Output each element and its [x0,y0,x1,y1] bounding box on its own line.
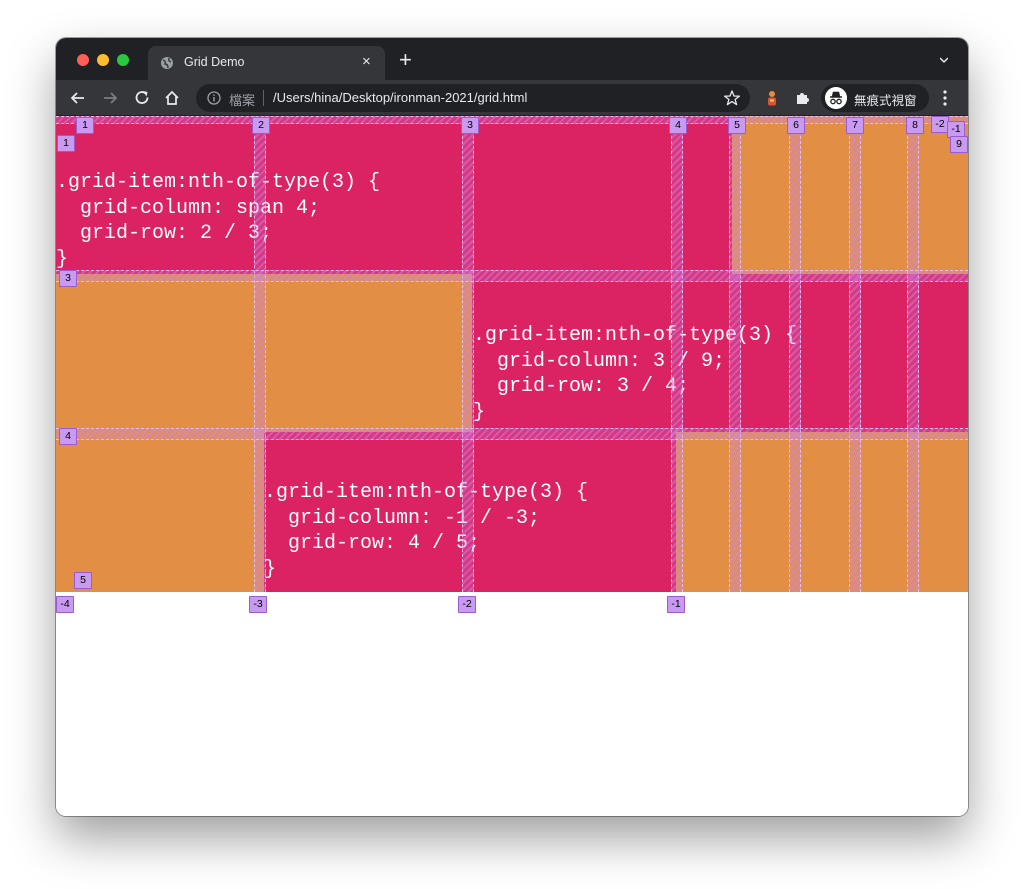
code-block: .grid-item:nth-of-type(3) { grid-column:… [264,481,589,581]
forward-arrow-icon[interactable] [100,88,120,108]
grid-line-badge: 4 [59,428,77,445]
url-scheme-label: 檔案 [229,93,256,108]
incognito-label: 無痕式視窗 [854,94,917,108]
tab-title: Grid Demo [184,55,245,69]
address-bar[interactable]: 檔案 /Users/hina/Desktop/ironman-2021/grid… [196,84,750,112]
grid-line-badge: 1 [57,135,75,152]
grid-column-line [789,116,801,592]
grid-line-badge: 5 [728,117,746,134]
grid-container: .grid-item:nth-of-type(3) { grid-column:… [56,116,968,592]
grid-column-line [849,116,861,592]
grid-line-badge: 2 [252,117,270,134]
grid-line-badge: 1 [76,117,94,134]
grid-row-line [56,116,968,124]
grid-column-line [462,116,474,592]
more-menu-icon[interactable] [942,89,948,107]
grid-line-badge: -4 [56,596,74,613]
grid-row-line [56,270,968,282]
bookmark-star-icon[interactable] [723,89,741,107]
grid-line-badge: 3 [59,270,77,287]
grid-item-row4-left [56,432,264,592]
grid-line-badge: 5 [74,572,92,589]
grid-item-row3-span: .grid-item:nth-of-type(3) { grid-column:… [472,274,968,432]
grid-item-row4-right [676,432,968,592]
close-tab-icon[interactable]: × [362,53,371,71]
toolbar: 檔案 /Users/hina/Desktop/ironman-2021/grid… [56,80,968,116]
minimize-window-button[interactable] [97,54,109,66]
page-viewport: .grid-item:nth-of-type(3) { grid-column:… [56,116,968,816]
code-block: .grid-item:nth-of-type(3) { grid-column:… [56,171,381,271]
incognito-indicator[interactable]: 無痕式視窗 [821,84,929,112]
grid-column-line [671,116,683,592]
tab-grid-demo[interactable]: Grid Demo × [148,46,385,80]
tab-strip: Grid Demo × + [56,38,968,80]
code-block: .grid-item:nth-of-type(3) { grid-column:… [473,324,797,424]
grid-row-line [56,428,968,440]
browser-window: Grid Demo × + 檔案 /Users/hina/Desktop/iro… [56,38,968,816]
globe-icon [161,57,173,69]
grid-line-badge: -1 [667,596,685,613]
grid-column-line [254,116,266,592]
new-tab-button[interactable]: + [399,49,412,71]
maximize-window-button[interactable] [117,54,129,66]
info-icon[interactable] [207,91,221,105]
grid-line-badge: 9 [950,136,968,153]
tab-search-chevron-icon[interactable] [940,56,948,64]
reload-icon[interactable] [132,88,152,108]
grid-line-badge: 4 [669,117,687,134]
extension-person-icon[interactable] [762,88,782,108]
grid-line-badge: 8 [906,117,924,134]
grid-line-badge: 6 [787,117,805,134]
close-window-button[interactable] [77,54,89,66]
grid-column-line [907,116,919,592]
url-text[interactable]: /Users/hina/Desktop/ironman-2021/grid.ht… [273,90,527,105]
extensions-puzzle-icon[interactable] [792,88,812,108]
grid-line-badge: 3 [461,117,479,134]
grid-item-row2-span: .grid-item:nth-of-type(3) { grid-column:… [56,122,732,274]
grid-line-badge: -3 [249,596,267,613]
incognito-icon [825,87,847,109]
grid-line-badge: 7 [846,117,864,134]
url-separator [263,90,264,106]
home-icon[interactable] [162,88,182,108]
grid-line-badge: -2 [458,596,476,613]
grid-column-line [729,116,741,592]
back-arrow-icon[interactable] [68,88,88,108]
